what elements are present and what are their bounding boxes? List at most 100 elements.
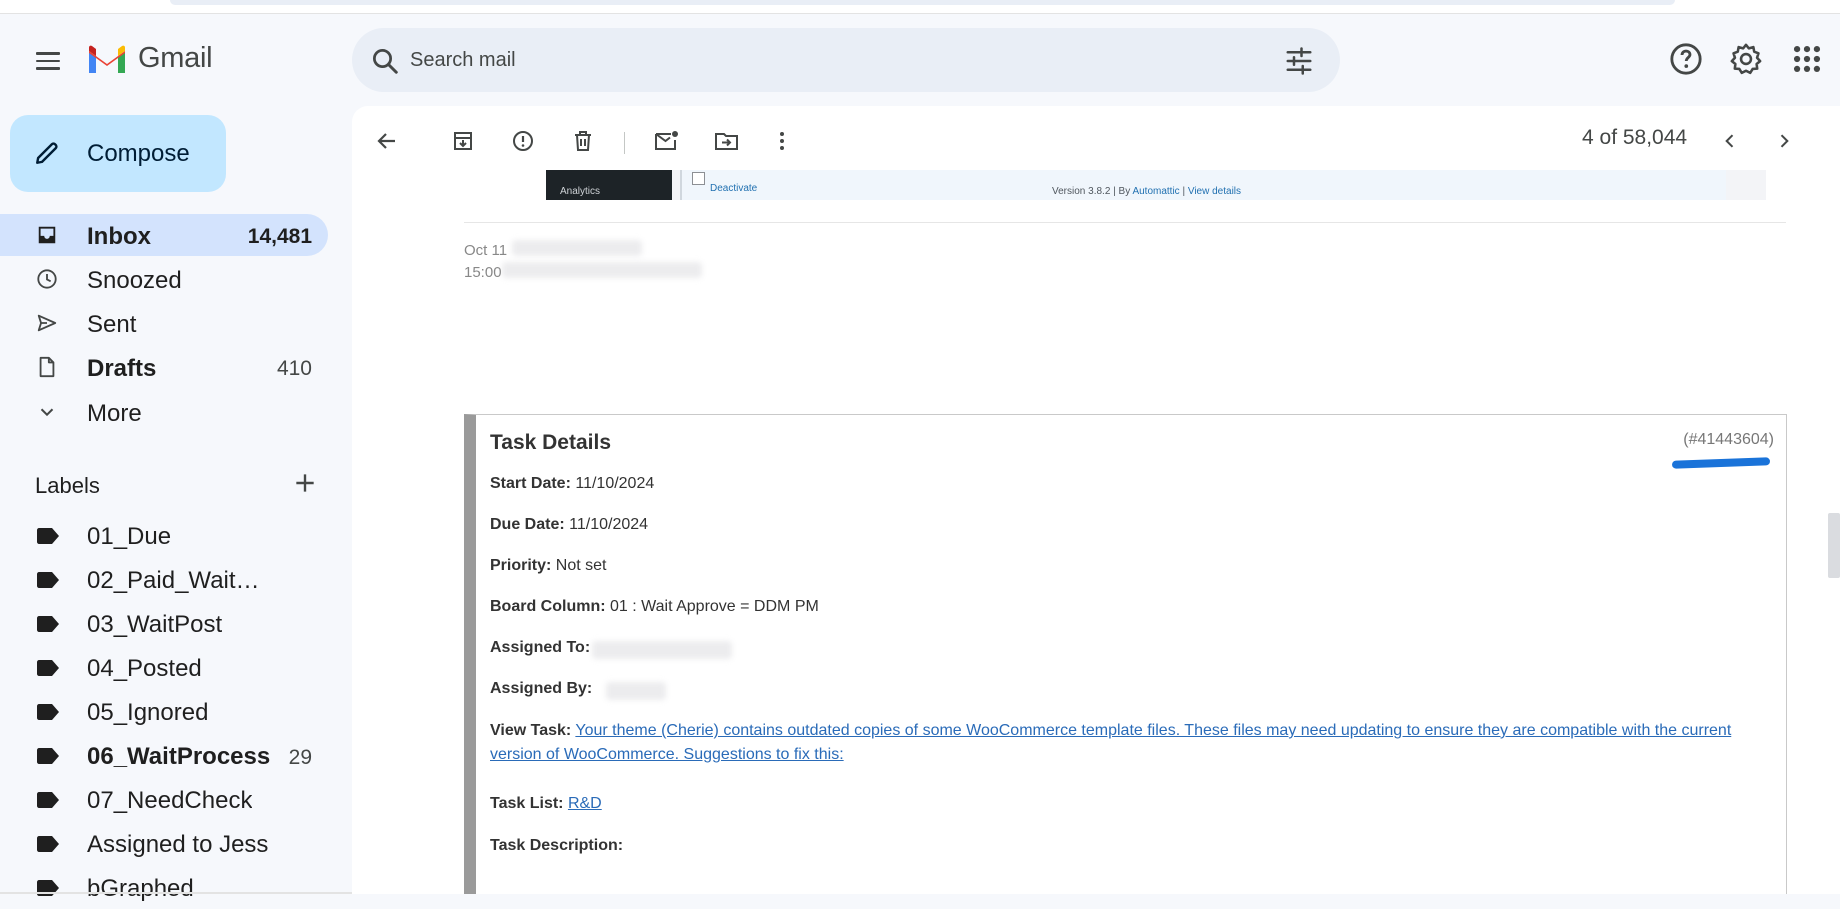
task-id: (#41443604) <box>1683 431 1774 448</box>
label-name: bGraphed <box>87 875 194 902</box>
mark-unread-button[interactable] <box>650 124 684 158</box>
label-item[interactable]: 03_WaitPost <box>0 603 328 645</box>
compose-button[interactable]: Compose <box>10 115 226 192</box>
pagination-text: 4 of 58,044 <box>1582 126 1688 149</box>
archive-button[interactable] <box>446 124 480 158</box>
field-label: Assigned By: <box>490 680 593 697</box>
unread-count: 14,481 <box>247 225 312 248</box>
wp-menu-item: Analytics <box>560 186 601 197</box>
assigned-to-field: Assigned To: <box>490 639 590 657</box>
start-date-field: Start Date: 11/10/2024 <box>490 475 654 493</box>
label-item[interactable]: 06_WaitProcess 29 <box>0 735 328 777</box>
nav-label: Sent <box>87 311 137 338</box>
label-tag-icon <box>37 836 59 852</box>
field-value: Not set <box>555 557 607 574</box>
nav-item-sent[interactable]: Sent <box>0 302 328 344</box>
newer-button[interactable] <box>1713 124 1747 158</box>
label-count: 29 <box>288 746 312 769</box>
back-button[interactable] <box>370 124 404 158</box>
view-details-link: View details <box>1187 186 1242 197</box>
more-options-button[interactable] <box>765 124 799 158</box>
version-text: Version 3.8.2 | By <box>1052 186 1133 197</box>
compose-label: Compose <box>87 140 190 167</box>
label-item[interactable]: 05_Ignored <box>0 691 328 733</box>
inbox-icon <box>38 226 56 244</box>
label-name: 06_WaitProcess <box>87 743 271 770</box>
message-divider <box>464 222 1786 223</box>
gmail-logo[interactable]: Gmail <box>86 42 213 75</box>
report-spam-button[interactable] <box>506 124 540 158</box>
label-name: 07_NeedCheck <box>87 787 253 814</box>
label-item[interactable]: 01_Due <box>0 515 328 557</box>
chevron-down-icon <box>40 408 54 417</box>
move-folder-icon <box>715 133 738 150</box>
older-button[interactable] <box>1767 124 1801 158</box>
message-date-time: 15:00 <box>464 264 502 281</box>
labels-heading: Labels <box>35 473 100 498</box>
label-tag-icon <box>37 704 59 720</box>
nav-label: Inbox <box>87 223 151 250</box>
search-input[interactable] <box>410 42 1210 78</box>
search-icon[interactable] <box>370 46 400 76</box>
field-value: 11/10/2024 <box>575 475 655 492</box>
apps-grid-icon[interactable] <box>1790 42 1824 76</box>
label-tag-icon <box>37 528 59 544</box>
redacted-name <box>606 682 666 700</box>
label-item[interactable]: 02_Paid_WaitDoc <box>0 559 328 601</box>
clock-icon <box>37 269 57 289</box>
chevron-left-icon <box>1725 134 1734 148</box>
task-list-field: Task List: R&D <box>490 795 602 813</box>
label-item[interactable]: 04_Posted <box>0 647 328 689</box>
help-icon[interactable] <box>1669 42 1703 76</box>
field-label: Start Date: <box>490 475 571 492</box>
nav-item-snoozed[interactable]: Snoozed <box>0 258 328 300</box>
arrow-left-icon <box>377 133 395 149</box>
label-name: 02_Paid_WaitDoc <box>87 567 272 594</box>
field-label: Due Date: <box>490 516 565 533</box>
view-task-link[interactable]: Your theme (Cherie) contains outdated co… <box>490 722 1731 763</box>
label-tag-icon <box>37 616 59 632</box>
field-label: Task List: <box>490 795 564 812</box>
message-date-day: Oct 11 <box>464 242 508 259</box>
nav-item-more[interactable]: More <box>0 391 328 433</box>
main-menu-button[interactable] <box>28 44 68 78</box>
settings-gear-icon[interactable] <box>1729 42 1763 76</box>
draft-icon <box>39 356 55 378</box>
add-label-icon[interactable] <box>292 470 318 496</box>
label-name: 04_Posted <box>87 655 202 682</box>
due-date-field: Due Date: 11/10/2024 <box>490 516 648 534</box>
gmail-m-icon <box>89 45 125 73</box>
archive-icon <box>454 132 472 150</box>
redacted-name <box>592 641 732 659</box>
field-label: Board Column: <box>490 598 606 615</box>
label-name: 05_Ignored <box>87 699 209 726</box>
nav-item-drafts[interactable]: Drafts 410 <box>0 346 328 388</box>
menu-bar <box>36 59 60 63</box>
delete-button[interactable] <box>566 124 600 158</box>
search-bar[interactable] <box>352 28 1340 92</box>
search-options-icon[interactable] <box>1284 46 1314 76</box>
message-pane: 4 of 58,044 Analytics Deactivate Version… <box>352 106 1840 894</box>
drafts-count: 410 <box>276 357 312 380</box>
view-task-field: View Task: Your theme (Cherie) contains … <box>490 719 1780 767</box>
nav-label: More <box>87 400 142 427</box>
task-list-link[interactable]: R&D <box>568 795 602 812</box>
redacted-text <box>512 240 642 256</box>
label-item[interactable]: bGraphed <box>0 867 328 909</box>
author-link: Automattic <box>1132 186 1180 197</box>
menu-bar <box>36 67 60 70</box>
scrollbar-thumb[interactable] <box>1828 513 1840 578</box>
plugin-checkbox <box>692 172 705 185</box>
field-value: 01 : Wait Approve = DDM PM <box>610 598 819 615</box>
move-to-button[interactable] <box>710 124 744 158</box>
plugin-row: Deactivate Version 3.8.2 | By Automattic… <box>680 170 1726 200</box>
deactivate-link: Deactivate <box>710 183 758 194</box>
label-item[interactable]: Assigned to Jess <box>0 823 328 865</box>
nav-item-inbox[interactable]: Inbox 14,481 <box>0 214 328 256</box>
embedded-screenshot: Analytics Deactivate Version 3.8.2 | By … <box>546 170 1766 200</box>
mark-unread-icon <box>655 131 678 150</box>
spam-icon <box>513 131 533 151</box>
label-item[interactable]: 07_NeedCheck <box>0 779 328 821</box>
assigned-by-field: Assigned By: <box>490 680 592 698</box>
label-name: Assigned to Jess <box>87 831 269 858</box>
